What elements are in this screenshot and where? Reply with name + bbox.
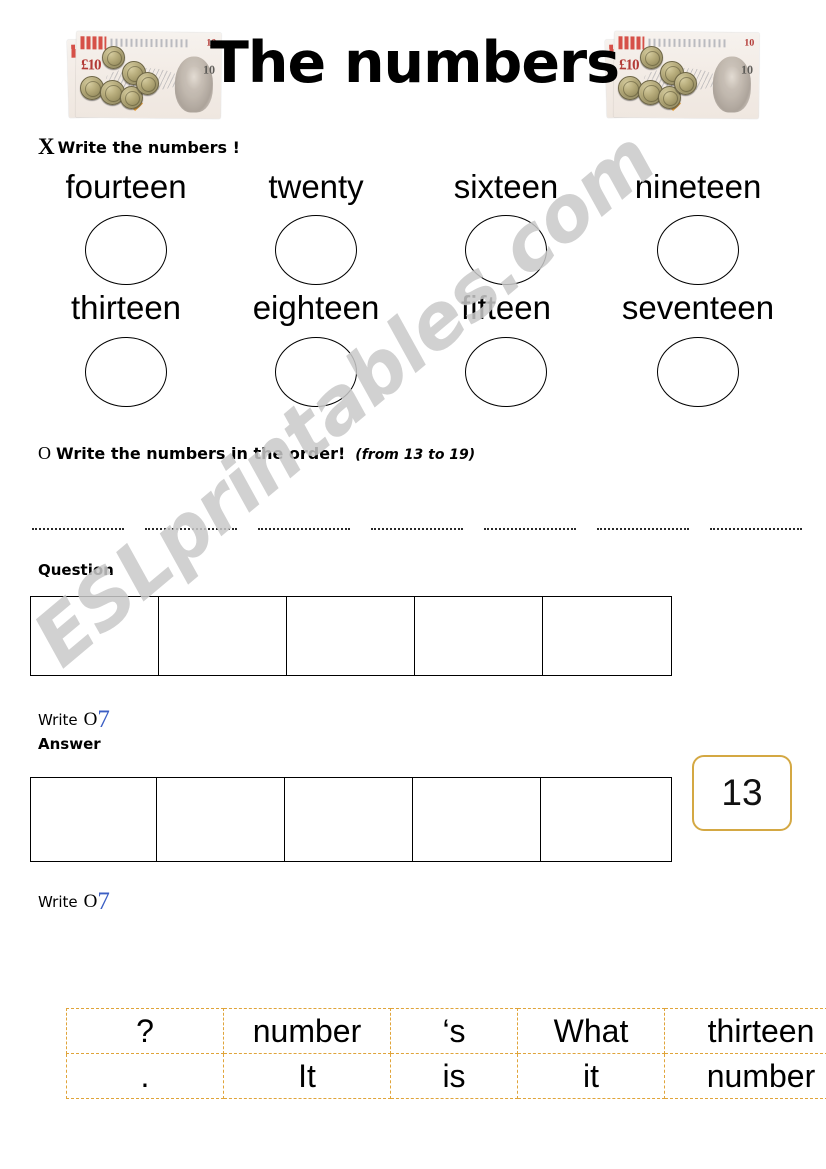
order-blank[interactable] xyxy=(484,512,576,530)
number-word-sixteen: sixteen xyxy=(453,168,559,205)
order-blank[interactable] xyxy=(145,512,237,530)
word-card[interactable]: It xyxy=(223,1053,391,1099)
question-label: Question xyxy=(38,561,114,579)
answer-circle-fifteen[interactable] xyxy=(465,337,547,407)
answer-cell[interactable] xyxy=(285,778,413,861)
answer-circle-seventeen[interactable] xyxy=(657,337,739,407)
number-word-eighteen: eighteen xyxy=(252,289,380,326)
answer-label: Answer xyxy=(38,735,101,753)
word-card[interactable]: thirteen xyxy=(664,1008,826,1054)
order-blank[interactable] xyxy=(258,512,350,530)
word-card[interactable]: ? xyxy=(66,1008,224,1054)
exercise1-instruction-text: Write the numbers ! xyxy=(57,138,240,157)
write-circle-icon: O xyxy=(83,709,98,730)
number-badge-13: 13 xyxy=(692,755,792,831)
question-cell[interactable] xyxy=(159,597,287,675)
word-card[interactable]: number xyxy=(664,1053,826,1099)
word-card[interactable]: is xyxy=(390,1053,518,1099)
number-word-nineteen: nineteen xyxy=(634,168,762,205)
number-word-thirteen: thirteen xyxy=(70,289,182,326)
answer-cell[interactable] xyxy=(157,778,285,861)
bullet-o-icon: O xyxy=(38,443,51,463)
write-pencil-icon: 7 xyxy=(97,706,110,733)
question-cell[interactable] xyxy=(31,597,159,675)
order-blank[interactable] xyxy=(371,512,463,530)
page-title: The numbers xyxy=(210,30,620,96)
answer-cell[interactable] xyxy=(413,778,541,861)
word-card-row: . It is it number xyxy=(66,1053,826,1099)
worksheet-page: 10 10 £10 10 10 xyxy=(0,0,826,1169)
word-card[interactable]: . xyxy=(66,1053,224,1099)
number-word-seventeen: seventeen xyxy=(621,289,775,326)
number-word-fifteen: fifteen xyxy=(461,289,551,326)
order-blank[interactable] xyxy=(710,512,802,530)
answer-circle-thirteen[interactable] xyxy=(85,337,167,407)
number-word-twenty: twenty xyxy=(268,168,364,205)
question-write-prompt: Write O7 xyxy=(38,706,110,734)
number-word-fourteen: fourteen xyxy=(65,168,187,205)
exercise2-instruction-text: Write the numbers in the order! xyxy=(56,444,346,463)
write-label: Write xyxy=(38,711,78,729)
write-label: Write xyxy=(38,893,78,911)
word-card[interactable]: What xyxy=(517,1008,665,1054)
answer-circle-twenty[interactable] xyxy=(275,215,357,285)
order-blank[interactable] xyxy=(597,512,689,530)
answer-circle-sixteen[interactable] xyxy=(465,215,547,285)
word-cards-table: ? number ‘s What thirteen . It is it num… xyxy=(66,1008,826,1099)
question-cell[interactable] xyxy=(287,597,415,675)
write-circle-icon: O xyxy=(83,891,98,912)
bullet-x-icon: X xyxy=(38,134,55,159)
exercise2-hint: (from 13 to 19) xyxy=(355,447,476,463)
answer-circle-eighteen[interactable] xyxy=(275,337,357,407)
word-card[interactable]: ‘s xyxy=(390,1008,518,1054)
answer-cell[interactable] xyxy=(541,778,669,861)
money-image-left: 10 10 £10 10 xyxy=(66,28,226,126)
answer-grid xyxy=(30,777,672,862)
answer-cell[interactable] xyxy=(31,778,157,861)
word-card[interactable]: it xyxy=(517,1053,665,1099)
answer-circle-nineteen[interactable] xyxy=(657,215,739,285)
question-cell[interactable] xyxy=(415,597,543,675)
write-pencil-icon: 7 xyxy=(97,888,110,915)
word-card[interactable]: number xyxy=(223,1008,391,1054)
word-card-row: ? number ‘s What thirteen xyxy=(66,1008,826,1054)
exercise2-instruction: O Write the numbers in the order! (from 13… xyxy=(38,443,475,464)
answer-circle-fourteen[interactable] xyxy=(85,215,167,285)
answer-write-prompt: Write O7 xyxy=(38,888,110,916)
order-blanks-row xyxy=(32,512,802,530)
order-blank[interactable] xyxy=(32,512,124,530)
exercise1-instruction: X Write the numbers ! xyxy=(38,134,240,160)
money-image-right: 10 10 £10 10 xyxy=(604,28,764,126)
question-cell[interactable] xyxy=(543,597,671,675)
question-grid xyxy=(30,596,672,676)
